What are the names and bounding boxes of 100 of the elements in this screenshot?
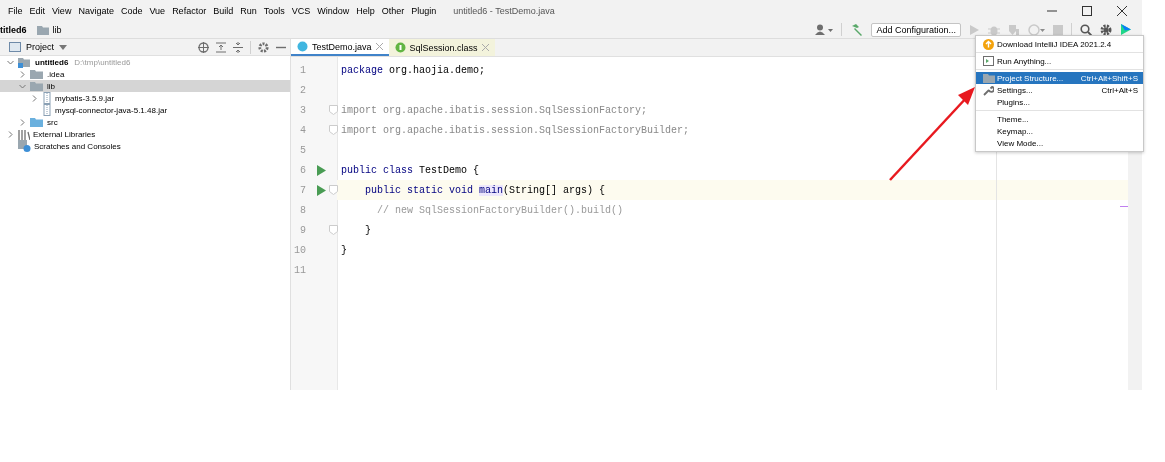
java-class-icon — [297, 41, 308, 52]
wrench-icon — [983, 84, 994, 96]
tree-row[interactable]: .idea — [0, 68, 290, 80]
menu-item[interactable]: Window — [317, 6, 350, 16]
line-number: 9 — [299, 224, 306, 236]
hammer-icon[interactable] — [850, 23, 864, 36]
menu-item[interactable]: Vue — [149, 6, 166, 16]
libraries-icon — [18, 128, 30, 140]
menu-item[interactable]: Settings... Ctrl+Alt+S — [976, 84, 1143, 96]
line-number: 11 — [293, 264, 306, 276]
tree-label: Scratches and Consoles — [34, 141, 121, 151]
menu-item[interactable]: Keymap... — [976, 125, 1143, 137]
menu-item[interactable]: Other — [381, 6, 405, 16]
tree-row[interactable]: External Libraries — [0, 128, 290, 140]
line-number: 1 — [299, 64, 306, 76]
breadcrumb[interactable]: titled6 — [0, 24, 27, 35]
menu-item[interactable]: Tools — [263, 6, 285, 16]
menu-item[interactable]: Code — [120, 6, 143, 16]
menu-item[interactable]: Download IntelliJ IDEA 2021.2.4 — [976, 38, 1143, 50]
fold-marker-icon[interactable] — [329, 105, 338, 115]
tree-label: untitled6 — [35, 57, 69, 67]
menu-item[interactable]: File — [8, 6, 23, 16]
folder-icon — [36, 24, 49, 35]
folder-icon — [983, 73, 995, 83]
expand-all-icon[interactable] — [216, 41, 226, 53]
window-title: untitled6 - TestDemo.java — [453, 6, 555, 16]
tree-row[interactable]: src — [0, 116, 290, 128]
menu-item[interactable]: Refactor — [172, 6, 207, 16]
fold-marker-icon[interactable] — [329, 185, 338, 195]
run-icon[interactable] — [317, 184, 326, 196]
code-line: } — [341, 244, 347, 256]
path-label: D:\tmp\untitled6 — [74, 57, 131, 67]
menu-item[interactable]: Project Structure... Ctrl+Alt+Shift+S — [976, 72, 1143, 84]
settings-icon[interactable] — [258, 41, 269, 53]
fold-marker-icon[interactable] — [329, 225, 338, 235]
tree-label: External Libraries — [33, 129, 96, 139]
tree-row[interactable]: untitled6 D:\tmp\untitled6 — [0, 56, 290, 68]
folder-icon — [30, 116, 44, 128]
caret-icon[interactable] — [59, 44, 67, 50]
line-number: 5 — [299, 144, 306, 156]
menu-item[interactable]: View — [52, 6, 72, 16]
search-icon[interactable] — [1080, 23, 1092, 36]
menu-item[interactable]: Plugin — [411, 6, 437, 16]
menu-item[interactable]: Build — [213, 6, 234, 16]
clock-icon[interactable] — [1028, 23, 1045, 36]
line-number: 2 — [299, 84, 306, 96]
tree-row[interactable]: mybatis-3.5.9.jar — [0, 92, 290, 104]
menu-item[interactable]: Edit — [29, 6, 46, 16]
settings-icon[interactable] — [1100, 23, 1112, 36]
tree-label: src — [47, 117, 58, 127]
code-line: import org.apache.ibatis.session.SqlSessionFactory; — [341, 104, 648, 116]
line-number: 4 — [299, 124, 306, 136]
tree-row[interactable]: Scratches and Consoles — [0, 140, 290, 152]
line-number: 3 — [299, 104, 306, 116]
tree-label: .idea — [47, 69, 65, 79]
editor-tab[interactable]: TestDemo.java — [291, 39, 389, 56]
user-icon[interactable] — [815, 23, 834, 36]
module-folder-icon — [18, 56, 32, 68]
menu-item[interactable]: Plugins... — [976, 96, 1143, 108]
folder-icon — [30, 80, 44, 92]
target-icon[interactable] — [198, 41, 209, 53]
code-line: package org.haojia.demo; — [341, 64, 486, 76]
code-line: public class TestDemo { — [341, 164, 480, 176]
maximize-icon[interactable] — [1082, 6, 1092, 16]
close-icon[interactable] — [1117, 6, 1127, 16]
menu-item[interactable]: Run — [240, 6, 257, 16]
tree-row[interactable]: lib — [0, 80, 290, 92]
menu-item[interactable]: VCS — [291, 6, 311, 16]
download-icon — [983, 38, 994, 50]
tree-row[interactable]: mysql-connector-java-5.1.48.jar — [0, 104, 290, 116]
panel-title[interactable]: Project — [26, 42, 54, 52]
terminal-icon — [983, 56, 994, 66]
jar-icon — [42, 92, 52, 104]
collapse-all-icon[interactable] — [233, 41, 243, 53]
logo-icon[interactable] — [1120, 23, 1132, 36]
editor-tab[interactable]: SqlSession.class — [388, 39, 495, 56]
line-number: 8 — [299, 204, 306, 216]
menu-item[interactable]: Navigate — [78, 6, 114, 16]
panel-icon — [9, 42, 21, 52]
code-line: import org.apache.ibatis.session.SqlSessionFactoryBuilder; — [341, 124, 690, 136]
breadcrumb[interactable]: lib — [52, 24, 62, 35]
menu-item[interactable]: Run Anything... — [976, 55, 1143, 67]
shield-icon[interactable] — [1008, 23, 1020, 36]
code-line: } — [365, 224, 371, 236]
line-number: 6 — [299, 164, 306, 176]
add-configuration-button[interactable]: Add Configuration... — [871, 22, 961, 37]
tree-label: mybatis-3.5.9.jar — [55, 93, 115, 103]
stop-icon[interactable] — [1053, 24, 1063, 35]
run-icon[interactable] — [317, 164, 326, 176]
code-line: // new SqlSessionFactoryBuilder().build() — [377, 204, 624, 216]
menu-item[interactable]: Help — [356, 6, 375, 16]
run-icon[interactable] — [969, 23, 980, 36]
tree-label: lib — [47, 81, 55, 91]
menu-item[interactable]: View Mode... — [976, 137, 1143, 149]
jar-icon — [42, 104, 52, 116]
fold-marker-icon[interactable] — [329, 125, 338, 135]
line-number: 7 — [299, 184, 306, 196]
line-number: 10 — [293, 244, 306, 256]
scratches-icon — [18, 140, 31, 152]
menu-item[interactable]: Theme... — [976, 113, 1143, 125]
